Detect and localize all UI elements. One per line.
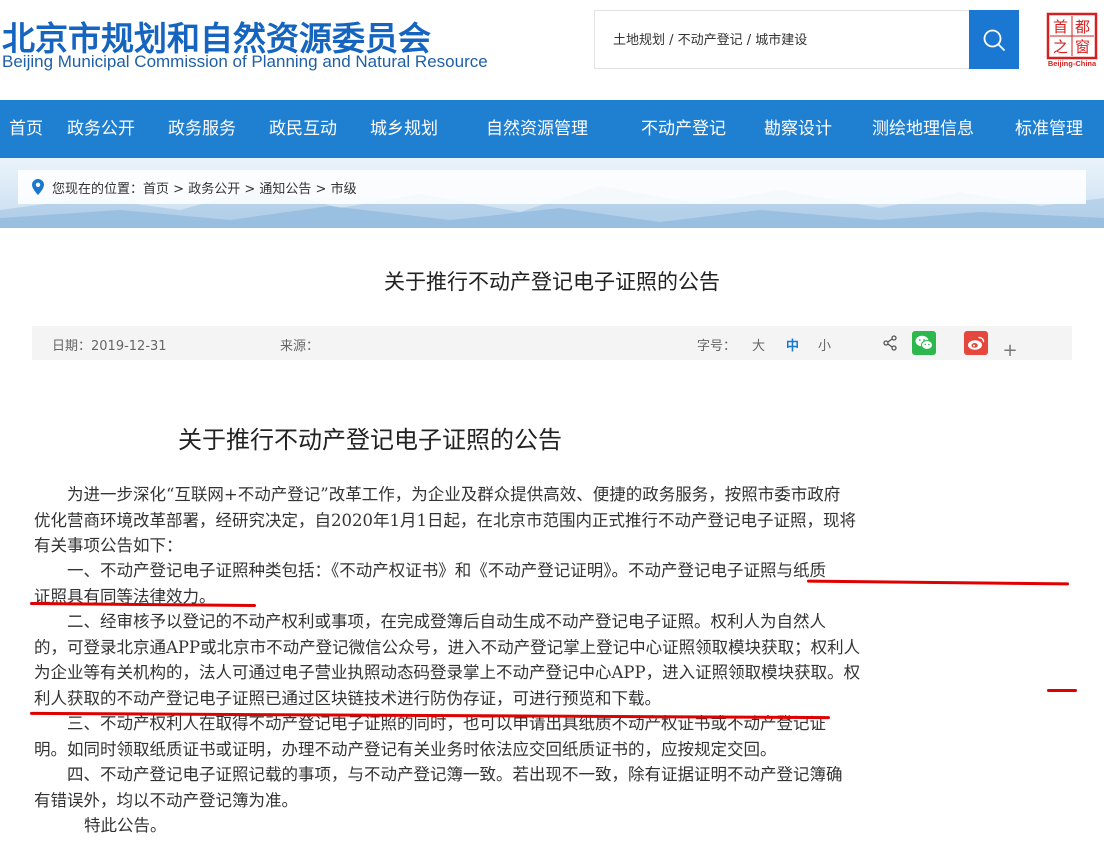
svg-text:窗: 窗	[1075, 38, 1090, 56]
nav-natural-resources[interactable]: 自然资源管理	[486, 100, 588, 158]
paragraph-item-3: 三、不动产权利人在取得不动产登记电子证照的同时，也可以申请出具纸质不动产权证书或…	[34, 711, 1074, 762]
article-date: 日期：2019-12-31	[52, 339, 167, 354]
breadcrumb-prefix: 您现在的位置：	[52, 182, 144, 197]
search-icon	[983, 29, 1005, 51]
breadcrumb-item-home[interactable]: 首页	[143, 182, 169, 197]
breadcrumb: 您现在的位置：首页 > 政务公开 > 通知公告 > 市级	[18, 170, 1086, 204]
nav-standards[interactable]: 标准管理	[1015, 100, 1083, 158]
site-title-en[interactable]: Beijing Municipal Commission of Planning…	[2, 52, 488, 72]
nav-surveying-geoinfo[interactable]: 测绘地理信息	[872, 100, 974, 158]
nav-government-affairs-open[interactable]: 政务公开	[67, 100, 135, 158]
share-icon	[883, 335, 897, 351]
font-size-medium[interactable]: 中	[786, 335, 799, 354]
search-input[interactable]	[595, 11, 971, 70]
paragraph-closing: 特此公告。	[34, 813, 1074, 839]
nav-urban-rural-planning[interactable]: 城乡规划	[370, 100, 438, 158]
article-meta-bar: 日期：2019-12-31 来源： 字号： 大 中 小 +	[32, 326, 1072, 361]
svg-text:都: 都	[1075, 18, 1090, 36]
paragraph-line: 利人获取的不动产登记电子证照已通过区块链技术进行防伪存证，可进行预览和下载。	[34, 688, 661, 708]
plus-icon: +	[1002, 340, 1018, 361]
beijing-china-seal-logo[interactable]: 首 都 之 窗 Beijing-China	[1045, 12, 1099, 68]
breadcrumb-item-notices[interactable]: 通知公告	[259, 182, 311, 197]
search-button[interactable]	[969, 10, 1019, 69]
search-box	[594, 10, 971, 70]
main-nav: 首页 政务公开 政务服务 政民互动 城乡规划 自然资源管理 不动产登记 勘察设计…	[0, 100, 1104, 158]
nav-real-estate-registration[interactable]: 不动产登记	[641, 100, 726, 158]
svg-text:首: 首	[1053, 18, 1068, 36]
breadcrumb-separator: >	[311, 182, 331, 197]
nav-public-interaction[interactable]: 政民互动	[269, 100, 337, 158]
svg-text:之: 之	[1053, 38, 1068, 56]
paragraph-line: 为进一步深化“互联网+不动产登记”改革工作，为企业及群众提供高效、便捷的政务服务…	[67, 485, 841, 504]
breadcrumb-item-government-affairs[interactable]: 政务公开	[188, 182, 240, 197]
paragraph-intro: 为进一步深化“互联网+不动产登记”改革工作，为企业及群众提供高效、便捷的政务服务…	[34, 482, 1074, 559]
paragraph-line: 的，可登录北京通APP或北京市不动产登记微信公众号，进入不动产登记掌上登记中心证…	[34, 637, 861, 657]
paragraph-line: 二、经审核予以登记的不动产权利或事项，在完成登簿后自动生成不动产登记电子证照。权…	[67, 612, 826, 631]
highlight-underline	[1047, 689, 1077, 692]
breadcrumb-separator: >	[240, 182, 260, 197]
nav-home[interactable]: 首页	[9, 100, 43, 158]
breadcrumb-item-municipal[interactable]: 市级	[331, 182, 357, 197]
paragraph-line: 有错误外，均以不动产登记簿为准。	[34, 790, 298, 810]
article-source: 来源：	[280, 339, 320, 354]
paragraph-line: 特此公告。	[84, 816, 167, 835]
article-title: 关于推行不动产登记电子证照的公告	[384, 270, 720, 294]
location-pin-icon	[32, 179, 44, 195]
font-size-small[interactable]: 小	[818, 335, 831, 354]
nav-survey-design[interactable]: 勘察设计	[764, 100, 832, 158]
breadcrumb-trail: 您现在的位置：首页 > 政务公开 > 通知公告 > 市级	[52, 178, 357, 197]
font-size-label: 字号：	[697, 339, 737, 354]
paragraph-line: 明。如同时领取纸质证书或证明，办理不动产登记有关业务时依法应交回纸质证书的，应按…	[34, 739, 777, 759]
site-header: 北京市规划和自然资源委员会 Beijing Municipal Commissi…	[0, 0, 1104, 100]
more-share-button[interactable]: +	[998, 331, 1022, 361]
paragraph-line: 四、不动产登记电子证照记载的事项，与不动产登记簿一致。若出现不一致，除有证据证明…	[67, 765, 843, 784]
paragraph-item-2: 二、经审核予以登记的不动产权利或事项，在完成登簿后自动生成不动产登记电子证照。权…	[34, 609, 1074, 711]
wechat-icon	[915, 335, 933, 350]
share-button[interactable]	[878, 331, 902, 355]
svg-text:Beijing-China: Beijing-China	[1048, 59, 1097, 68]
paragraph-item-4: 四、不动产登记电子证照记载的事项，与不动产登记簿一致。若出现不一致，除有证据证明…	[34, 762, 1074, 813]
breadcrumb-separator: >	[169, 182, 189, 197]
article-container: 关于推行不动产登记电子证照的公告 日期：2019-12-31 来源： 字号： 大…	[18, 228, 1086, 859]
paragraph-line: 有关事项公告如下：	[34, 536, 183, 555]
nav-government-services[interactable]: 政务服务	[168, 100, 236, 158]
paragraph-line: 优化营商环境改革部署，经研究决定，自2020年1月1日起，在北京市范围内正式推行…	[34, 510, 856, 530]
paragraph-line: 一、不动产登记电子证照种类包括：《不动产权证书》和《不动产登记证明》。不动产登记…	[67, 561, 826, 580]
document-title: 关于推行不动产登记电子证照的公告	[178, 426, 562, 454]
mountain-banner: 您现在的位置：首页 > 政务公开 > 通知公告 > 市级	[0, 158, 1104, 228]
weibo-icon	[968, 336, 985, 350]
wechat-share-button[interactable]	[912, 331, 936, 355]
weibo-share-button[interactable]	[964, 331, 988, 355]
font-size-large[interactable]: 大	[752, 335, 765, 354]
paragraph-line: 为企业等有关机构的，法人可通过电子营业执照动态码登录掌上不动产登记中心APP，进…	[34, 663, 861, 682]
